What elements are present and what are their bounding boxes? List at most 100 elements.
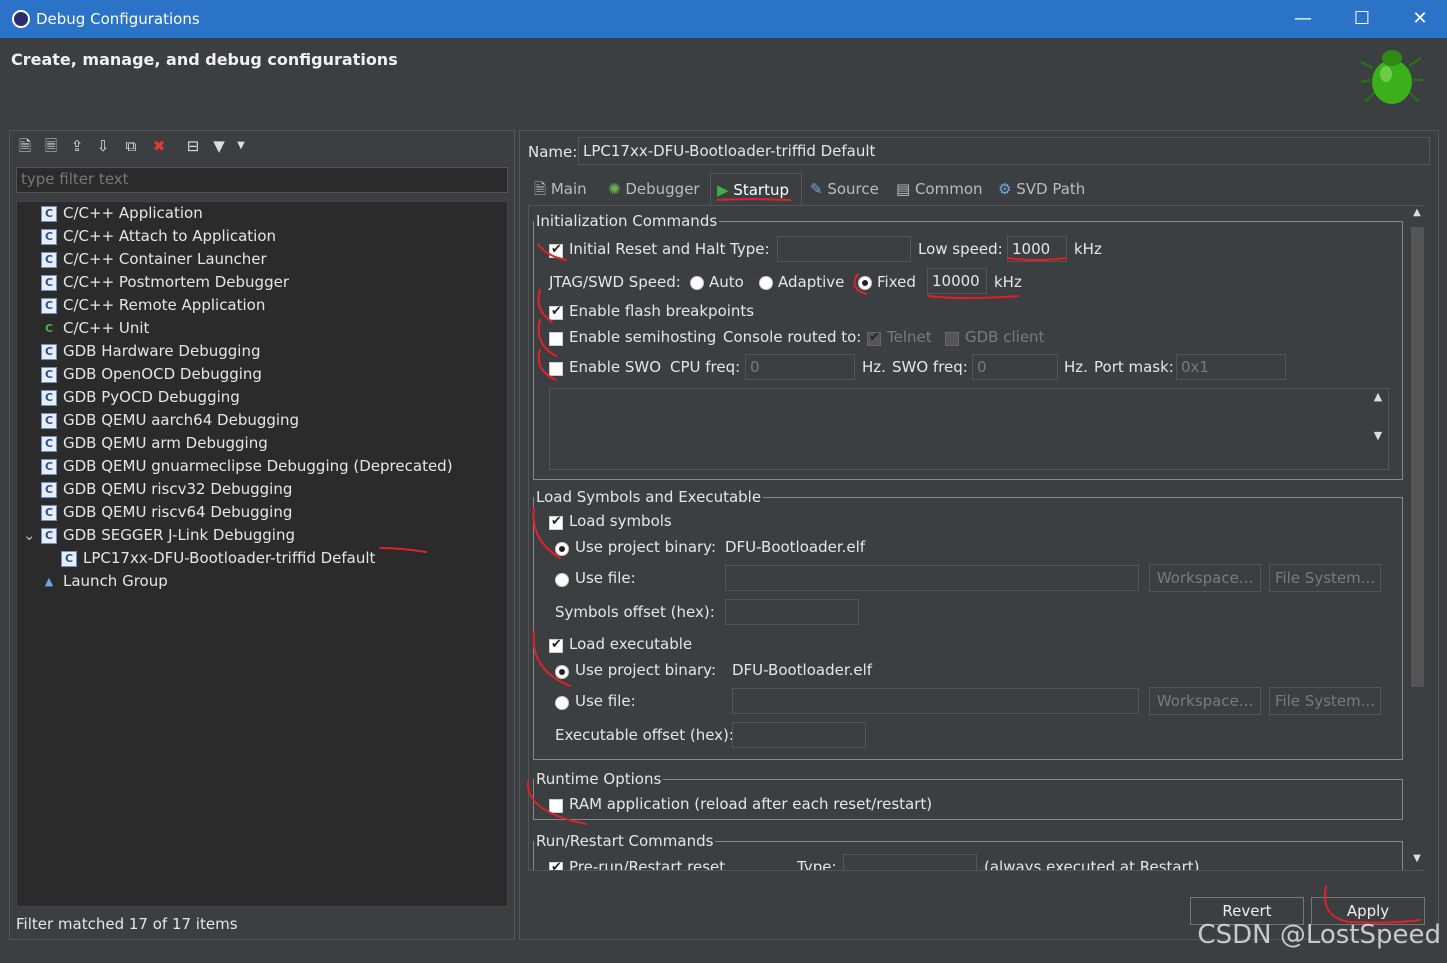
fixed-speed-field[interactable]: 10000 — [927, 268, 987, 294]
swo-checkbox[interactable] — [549, 362, 563, 376]
tab-startup[interactable]: ▶ Startup — [710, 173, 802, 205]
close-button[interactable]: ✕ — [1400, 6, 1440, 32]
swo-freq-label: SWO freq: — [892, 358, 968, 376]
low-speed-field[interactable]: 1000 — [1007, 236, 1067, 262]
swo-freq-field[interactable]: 0 — [972, 354, 1058, 380]
c-config-icon: C — [41, 366, 57, 383]
tree-item[interactable]: C GDB QEMU arm Debugging — [41, 432, 268, 454]
window-title: Debug Configurations — [36, 10, 200, 28]
exe-workspace-button[interactable]: Workspace... — [1149, 687, 1261, 715]
tree-item[interactable]: C C/C++ Application — [41, 202, 203, 224]
export-icon[interactable]: ⇪ — [68, 137, 86, 155]
tree-item[interactable]: C GDB PyOCD Debugging — [41, 386, 240, 408]
ram-application-label: RAM application (reload after each reset… — [569, 795, 933, 813]
tree-item[interactable]: C C/C++ Remote Application — [41, 294, 265, 316]
initial-reset-checkbox[interactable] — [549, 242, 563, 258]
c-config-icon: C — [41, 504, 57, 521]
fixed-speed-label: Fixed — [877, 273, 916, 291]
scroll-up-icon[interactable]: ▲ — [1408, 207, 1426, 218]
c-config-icon: C — [61, 550, 77, 567]
port-mask-field[interactable]: 0x1 — [1176, 354, 1286, 380]
tree-item[interactable]: ▲ Launch Group — [41, 570, 168, 592]
adaptive-speed-radio[interactable] — [759, 276, 773, 290]
tab-main[interactable]: 🗎 Main — [528, 173, 600, 205]
tab-common[interactable]: ▤ Common — [890, 173, 990, 205]
cpu-freq-label: CPU freq: — [670, 358, 741, 376]
symbols-project-binary-radio[interactable] — [555, 542, 569, 556]
debug-bug-icon — [1360, 50, 1423, 104]
swo-label: Enable SWO — [569, 358, 662, 376]
scrollbar-thumb[interactable] — [1411, 227, 1424, 687]
symbols-filesystem-button[interactable]: File System... — [1269, 564, 1381, 592]
telnet-checkbox[interactable] — [867, 330, 881, 346]
tab-source[interactable]: ✎ Source — [804, 173, 888, 205]
restart-type-field[interactable] — [843, 854, 977, 870]
scroll-down-icon[interactable]: ▼ — [1408, 853, 1426, 864]
reset-type-field[interactable] — [777, 236, 911, 262]
tree-item-segger-jlink[interactable]: C GDB SEGGER J-Link Debugging — [41, 524, 295, 546]
exe-project-binary-radio[interactable] — [555, 665, 569, 679]
tree-item[interactable]: C GDB QEMU gnuarmeclipse Debugging (Depre… — [41, 455, 453, 477]
low-speed-label: Low speed: — [918, 240, 1003, 258]
filter-input[interactable]: type filter text — [16, 167, 508, 193]
swo-hz-label: Hz. — [1064, 358, 1088, 376]
load-symbols-label: Load symbols — [569, 512, 672, 530]
name-field[interactable]: LPC17xx-DFU-Bootloader-triffid Default — [578, 137, 1430, 165]
exe-file-field[interactable] — [732, 688, 1139, 714]
c-config-icon: C — [41, 412, 57, 429]
c-config-icon: C — [41, 251, 57, 268]
gdb-client-label: GDB client — [965, 328, 1045, 346]
textarea-scrollbar[interactable]: ▲ ▼ — [1369, 390, 1387, 468]
tree-item[interactable]: C C/C++ Unit — [41, 317, 149, 339]
symbols-file-field[interactable] — [725, 565, 1139, 591]
duplicate-icon[interactable]: ⧉ — [122, 137, 140, 155]
pre-run-reset-checkbox[interactable] — [549, 860, 563, 870]
ram-application-checkbox[interactable] — [549, 799, 563, 813]
tree-item[interactable]: C GDB OpenOCD Debugging — [41, 363, 262, 385]
load-symbols-legend: Load Symbols and Executable — [536, 488, 762, 506]
watermark: CSDN @LostSpeed — [1197, 920, 1441, 950]
new-prototype-icon[interactable]: 🗏 — [42, 137, 60, 155]
tab-debugger[interactable]: ✺ Debugger — [602, 173, 708, 205]
load-executable-checkbox[interactable] — [549, 637, 563, 653]
tree-item[interactable]: C GDB QEMU riscv32 Debugging — [41, 478, 292, 500]
initial-reset-label: Initial Reset and Halt — [569, 240, 726, 258]
filter-icon[interactable]: ▼ — [210, 137, 228, 155]
fixed-speed-radio[interactable] — [858, 276, 872, 290]
semihosting-checkbox[interactable] — [549, 332, 563, 346]
chevron-down-icon[interactable]: ⌄ — [23, 524, 36, 546]
tab-bar: 🗎 Main ✺ Debugger ▶ Startup ✎ Source ▤ C… — [528, 173, 1430, 205]
tree-item[interactable]: C GDB QEMU aarch64 Debugging — [41, 409, 299, 431]
new-config-icon[interactable]: 🗎 — [16, 137, 34, 155]
init-commands-legend: Initialization Commands — [536, 212, 718, 230]
minimize-button[interactable]: — — [1283, 6, 1323, 32]
exe-offset-field[interactable] — [732, 722, 866, 748]
exe-binary-value: DFU-Bootloader.elf — [732, 661, 873, 679]
tree-item[interactable]: C C/C++ Postmortem Debugger — [41, 271, 289, 293]
auto-speed-radio[interactable] — [690, 276, 704, 290]
flash-breakpoints-checkbox[interactable] — [549, 304, 563, 320]
tab-svd-path[interactable]: ⚙ SVD Path — [992, 173, 1096, 205]
name-label: Name: — [528, 143, 578, 161]
tree-item[interactable]: C C/C++ Attach to Application — [41, 225, 276, 247]
gdb-client-checkbox[interactable] — [945, 332, 959, 346]
exe-filesystem-button[interactable]: File System... — [1269, 687, 1381, 715]
maximize-button[interactable]: ☐ — [1342, 6, 1382, 32]
delete-icon[interactable]: ✖ — [150, 137, 168, 155]
load-symbols-checkbox[interactable] — [549, 514, 563, 530]
collapse-all-icon[interactable]: ⊟ — [184, 137, 202, 155]
symbols-workspace-button[interactable]: Workspace... — [1149, 564, 1261, 592]
init-commands-textarea[interactable] — [549, 388, 1389, 470]
exe-use-file-radio[interactable] — [555, 696, 569, 710]
symbols-offset-field[interactable] — [725, 599, 859, 625]
chevron-down-icon[interactable]: ▼ — [232, 137, 250, 155]
tree-item[interactable]: C GDB Hardware Debugging — [41, 340, 260, 362]
import-icon[interactable]: ⇩ — [94, 137, 112, 155]
tree-item[interactable]: C GDB QEMU riscv64 Debugging — [41, 501, 292, 523]
cpu-freq-field[interactable]: 0 — [745, 354, 855, 380]
c-config-icon: C — [41, 205, 57, 222]
runtime-options-legend: Runtime Options — [536, 770, 662, 788]
symbols-use-file-radio[interactable] — [555, 573, 569, 587]
tree-item[interactable]: C C/C++ Container Launcher — [41, 248, 267, 270]
tree-item-selected-config[interactable]: C LPC17xx-DFU-Bootloader-triffid Default — [61, 547, 375, 569]
